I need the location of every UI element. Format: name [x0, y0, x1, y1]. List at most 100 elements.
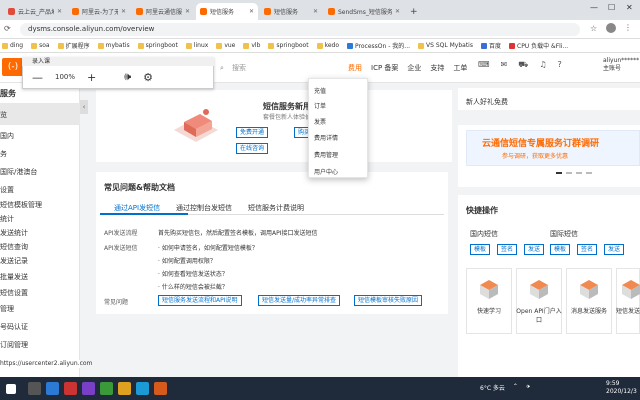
sidebar-item-sms-query[interactable]: 短信查询	[0, 242, 28, 252]
bookmark-item[interactable]: 百度	[480, 41, 501, 50]
sidebar-item-settings[interactable]: 设置	[0, 185, 14, 195]
taskbar-app-icon[interactable]	[82, 382, 95, 395]
new-tab-icon[interactable]: +	[406, 3, 418, 20]
dropdown-item[interactable]: 用户中心	[314, 167, 338, 176]
network-icon[interactable]: ⌃	[513, 383, 518, 392]
quick-send-button[interactable]: 发送	[524, 244, 545, 255]
close-tab-icon[interactable]: ✕	[185, 8, 190, 15]
nav-fees[interactable]: 费用	[348, 63, 362, 73]
aliyun-logo[interactable]: (-)	[2, 58, 24, 76]
dropdown-item[interactable]: 充值	[314, 86, 326, 95]
taskbar-app-icon[interactable]	[118, 382, 131, 395]
bookmark-item[interactable]: linux	[185, 42, 208, 49]
faq-link[interactable]: · 如何查看短信发送状态？	[158, 269, 228, 278]
bookmark-item[interactable]: ding	[2, 42, 23, 49]
bookmark-item[interactable]: springboot	[268, 42, 309, 49]
dropdown-item[interactable]: 费用详情	[314, 133, 338, 142]
sidebar-item-manage[interactable]: 管理	[0, 304, 14, 314]
terminal-icon[interactable]: ⌨	[478, 60, 490, 70]
quick-template-button[interactable]: 模板	[550, 244, 571, 255]
close-tab-icon[interactable]: ✕	[313, 8, 318, 15]
sidebar-item-template[interactable]: 短信模板管理	[0, 200, 42, 210]
bookmark-item[interactable]: springboot	[137, 42, 178, 49]
bookmark-item[interactable]: vlb	[243, 42, 260, 49]
sidebar-item-overview[interactable]: 览	[0, 110, 7, 120]
bookmark-item[interactable]: VS SQL Mybatis	[418, 42, 473, 49]
notification-icon[interactable]: ♫	[539, 60, 546, 70]
nav-ticket[interactable]: 工单	[453, 63, 467, 73]
sidebar-collapse-icon[interactable]: ‹	[80, 100, 88, 114]
profile-avatar[interactable]	[606, 23, 616, 33]
bookmark-star-icon[interactable]: ☆	[590, 24, 597, 33]
sidebar-item-domestic[interactable]: 国内	[0, 131, 14, 141]
dropdown-item[interactable]: 发票	[314, 117, 326, 126]
recorder-titlebar[interactable]: 录入课	[22, 57, 214, 66]
taskbar-app-icon[interactable]	[100, 382, 113, 395]
bookmark-item[interactable]: kedo	[316, 42, 339, 49]
sidebar-item-send-stats[interactable]: 发送统计	[0, 228, 28, 238]
nav-icp[interactable]: ICP 备案	[371, 63, 398, 73]
dropdown-item[interactable]: 订单	[314, 101, 326, 110]
reload-icon[interactable]: ⟳	[4, 24, 11, 33]
browser-menu-icon[interactable]: ⋮	[624, 23, 632, 32]
browser-tab[interactable]: 短信服务 ✕	[260, 3, 322, 20]
dropdown-item[interactable]: 费用管理	[314, 150, 338, 159]
url-bar[interactable]: dysms.console.aliyun.com/overview	[20, 23, 580, 36]
close-tab-icon[interactable]: ✕	[121, 8, 126, 15]
close-tab-icon[interactable]: ✕	[57, 8, 62, 15]
maximize-window-icon[interactable]: ☐	[608, 3, 615, 12]
faq-link[interactable]: · 如何申请签名，如何配置短信模板？	[158, 243, 258, 252]
carousel-dots[interactable]	[556, 172, 592, 174]
faq-link[interactable]: · 什么样的短信会被拦截？	[158, 282, 228, 291]
faq-related-tag[interactable]: 短信服务发送流程和API说明	[158, 295, 242, 306]
console-search-input[interactable]: ⌕ 搜索	[218, 60, 348, 76]
taskbar-app-icon[interactable]	[28, 382, 41, 395]
new-user-text[interactable]: 新人好礼免费	[466, 97, 508, 107]
tab-console-send[interactable]: 通过控制台发短信	[176, 203, 232, 213]
taskbar-app-icon[interactable]	[46, 382, 59, 395]
tab-billing[interactable]: 短信服务计费说明	[248, 203, 304, 213]
sidebar-item-stats[interactable]: 统计	[0, 214, 14, 224]
speaker-icon[interactable]: 🕩	[526, 383, 530, 392]
nav-support[interactable]: 支持	[430, 63, 444, 73]
volume-icon[interactable]: 🕪	[124, 70, 131, 84]
browser-tab[interactable]: 阿里云通信服务控✕	[132, 3, 194, 20]
user-account[interactable]: aliyun****** 主账号	[603, 57, 639, 73]
close-window-icon[interactable]: ✕	[626, 3, 633, 12]
sidebar-item-send-record[interactable]: 发送记录	[0, 256, 28, 266]
help-icon[interactable]: ?	[558, 60, 562, 70]
nav-enterprise[interactable]: 企业	[407, 63, 421, 73]
faq-link[interactable]: · 如何配置调用权限？	[158, 256, 216, 265]
taskbar-app-icon[interactable]	[64, 382, 77, 395]
sidebar-item-service[interactable]: 务	[0, 149, 7, 159]
zoom-in-button[interactable]: +	[87, 71, 96, 84]
bookmark-item[interactable]: CPU 负载中 &Fli...	[509, 41, 568, 50]
taskbar-app-icon[interactable]	[136, 382, 149, 395]
browser-tab[interactable]: 云上云_产品地址✕	[4, 3, 66, 20]
bookmark-item[interactable]: vue	[216, 42, 235, 49]
bookmark-item[interactable]: ProcessOn - 我的...	[347, 41, 410, 50]
sidebar-item-sms-settings[interactable]: 短信设置	[0, 288, 28, 298]
sidebar-item-international[interactable]: 国际/港澳台	[0, 167, 37, 177]
sidebar-item-auth[interactable]: 号码认证	[0, 322, 28, 332]
windows-start-icon[interactable]	[6, 384, 16, 394]
minimize-window-icon[interactable]: —	[590, 3, 598, 12]
quick-template-button[interactable]: 模板	[470, 244, 491, 255]
zoom-out-button[interactable]: —	[32, 71, 43, 84]
taskbar-app-icon[interactable]	[154, 382, 167, 395]
cart-icon[interactable]: ⛟	[518, 60, 528, 70]
browser-tab[interactable]: 阿里云-为了无数客户联✕	[68, 3, 130, 20]
quick-sign-button[interactable]: 签名	[577, 244, 598, 255]
bookmark-item[interactable]: mybatis	[97, 42, 130, 49]
quick-send-button[interactable]: 发送	[604, 244, 625, 255]
bookmark-item[interactable]: soa	[31, 42, 50, 49]
sidebar-item-subscribe[interactable]: 订阅管理	[0, 340, 28, 350]
faq-related-tag[interactable]: 短信模板审核失败原因	[354, 295, 423, 306]
browser-tab-active[interactable]: 短信服务 ✕	[196, 3, 258, 20]
banner-open-button[interactable]: 免费开通	[236, 127, 269, 138]
bookmark-item[interactable]: 扩展程序	[57, 41, 90, 50]
close-tab-icon[interactable]: ✕	[395, 8, 400, 15]
message-icon[interactable]: ✉	[501, 60, 508, 70]
banner-consult-button[interactable]: 在线咨询	[236, 143, 269, 154]
tab-api-send[interactable]: 通过API发短信	[114, 203, 160, 213]
